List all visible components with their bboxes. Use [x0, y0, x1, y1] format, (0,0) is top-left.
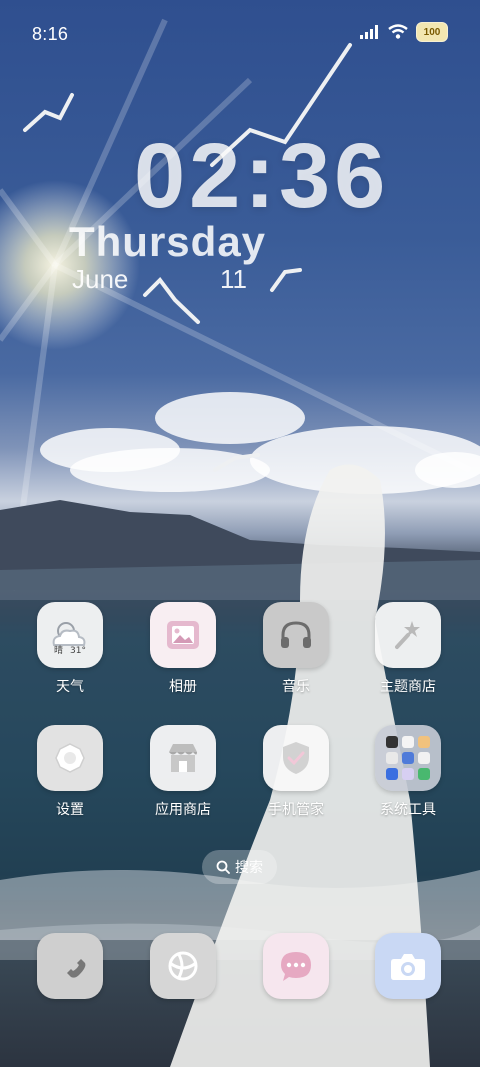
status-time: 8:16 [32, 24, 69, 44]
weather-temp: 31° [70, 646, 86, 655]
app-label: 系统工具 [380, 801, 436, 817]
clock-widget[interactable]: 02:36 Thursday June 11 [0, 110, 480, 310]
app-system-tools[interactable]: 系统工具 [362, 725, 454, 819]
theme-wand-icon [375, 602, 441, 668]
weather-icon: 晴 31° [37, 602, 103, 668]
app-music[interactable]: 音乐 [250, 602, 342, 696]
browser-icon [150, 933, 216, 999]
shield-check-icon [263, 725, 329, 791]
app-settings[interactable]: 设置 [24, 725, 116, 819]
weather-condition: 晴 [54, 644, 63, 655]
widget-month: June [72, 264, 129, 294]
dock-messages[interactable] [250, 933, 342, 999]
app-theme-store[interactable]: 主题商店 [362, 602, 454, 696]
wifi-icon [388, 24, 408, 39]
app-weather[interactable]: 晴 31° 天气 [24, 602, 116, 696]
dock-phone[interactable] [24, 933, 116, 999]
app-label: 手机管家 [268, 801, 324, 817]
home-screen: 8:16 100 02:36 Thursday June 11 晴 31° 天气… [0, 0, 480, 1067]
settings-flower-icon [37, 725, 103, 791]
messages-icon [263, 933, 329, 999]
dock-browser[interactable] [137, 933, 229, 999]
search-icon [216, 860, 230, 874]
app-store-icon [150, 725, 216, 791]
status-bar: 8:16 100 [0, 0, 480, 66]
widget-day: 11 [220, 264, 247, 294]
widget-weekday: Thursday [69, 218, 267, 265]
headphones-icon [263, 602, 329, 668]
widget-time: 02:36 [134, 125, 390, 227]
signal-icon [360, 25, 378, 39]
battery-level: 100 [423, 26, 441, 38]
status-icons: 100 [360, 22, 448, 42]
battery-icon: 100 [416, 22, 448, 42]
search-button[interactable]: 搜索 [202, 850, 277, 884]
folder-icon [375, 725, 441, 791]
app-label: 相册 [169, 678, 197, 694]
gallery-icon [150, 602, 216, 668]
camera-icon [375, 933, 441, 999]
app-label: 应用商店 [155, 801, 211, 817]
app-gallery[interactable]: 相册 [137, 602, 229, 696]
app-label: 设置 [56, 801, 84, 817]
app-label: 天气 [56, 678, 84, 694]
app-store[interactable]: 应用商店 [137, 725, 229, 819]
app-label: 主题商店 [380, 678, 436, 694]
app-phone-manager[interactable]: 手机管家 [250, 725, 342, 819]
app-label: 音乐 [282, 678, 310, 694]
dock-camera[interactable] [362, 933, 454, 999]
search-label: 搜索 [235, 859, 263, 875]
phone-icon [37, 933, 103, 999]
